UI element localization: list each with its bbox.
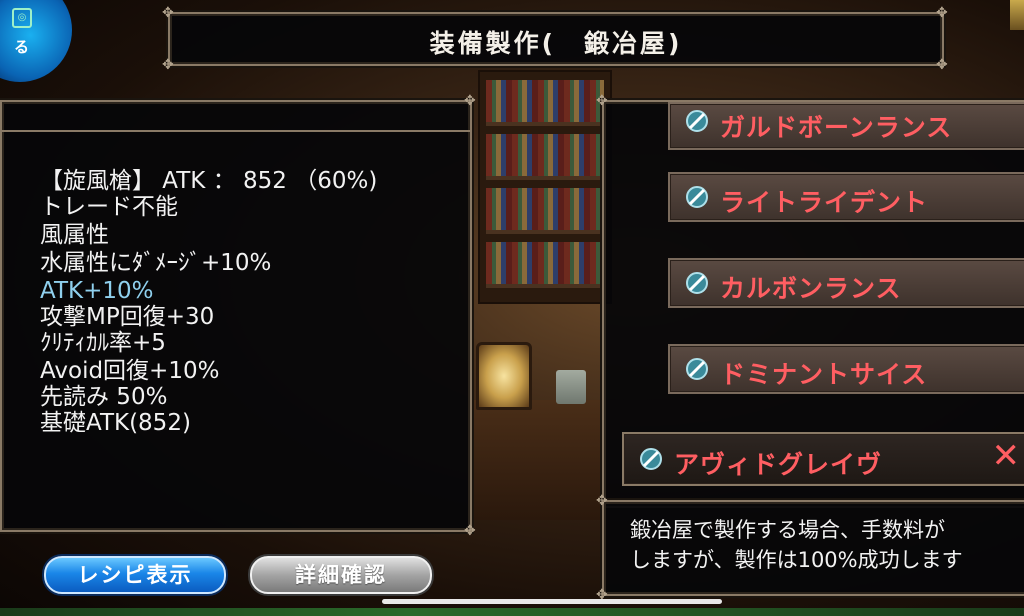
recipe-label: ドミナントサイス bbox=[720, 360, 928, 389]
title-bar: ✥ ✥ ✥ ✥ 装備製作( 鍛冶屋) bbox=[162, 6, 948, 72]
stat-line-avoid: Avoid回復+10% bbox=[40, 358, 220, 384]
details-button[interactable]: 詳細確認 bbox=[250, 556, 432, 594]
recipe-label: アヴィドグレイヴ bbox=[674, 450, 883, 479]
corner-ornament-icon: ✥ bbox=[936, 5, 948, 21]
recipe-list-panel: ✥ ガルドボーンランス ライトライデント カルボンランス ドミナントサイス アヴ… bbox=[596, 94, 1024, 508]
stat-line-base-atk: 基礎ATK(852) bbox=[40, 410, 191, 436]
stat-line-atk-bonus: ATK+10% bbox=[40, 278, 154, 304]
corner-ornament-icon: ✥ bbox=[936, 57, 948, 73]
recipe-item[interactable]: ドミナントサイス bbox=[668, 344, 1024, 394]
jar-decoration bbox=[556, 370, 586, 404]
corner-ornament-icon: ✥ bbox=[162, 5, 174, 21]
corner-ornament-icon: ✥ bbox=[464, 93, 476, 109]
recipe-item[interactable]: ガルドボーンランス bbox=[668, 102, 1024, 150]
recipe-item-selected[interactable]: アヴィドグレイヴ ✕ bbox=[622, 432, 1024, 486]
stat-line-name-atk: 【旋風槍】 ATK ： 852 （60%) bbox=[40, 168, 378, 194]
menu-icon: ◎ bbox=[12, 8, 32, 28]
description-line: 鍛冶屋で製作する場合、手数料が bbox=[630, 518, 945, 542]
stat-line-critical: ｸﾘﾃｨｶﾙ率+5 bbox=[40, 330, 166, 356]
spear-icon bbox=[686, 186, 708, 208]
stats-content: 【旋風槍】 ATK ： 852 （60%) トレード不能 風属性 水属性にﾀﾞﾒ… bbox=[2, 130, 470, 530]
stat-line-anticipate: 先読み 50% bbox=[40, 384, 168, 410]
progress-strip bbox=[0, 608, 1024, 616]
stat-line-mp-recovery: 攻撃MP回復+30 bbox=[40, 304, 215, 330]
item-stats-panel: ✥ ✥ 【旋風槍】 ATK ： 852 （60%) トレード不能 風属性 水属性… bbox=[0, 94, 476, 538]
stat-line-trade: トレード不能 bbox=[40, 194, 178, 220]
recipe-label: ライトライデント bbox=[720, 188, 929, 217]
close-icon[interactable]: ✕ bbox=[992, 436, 1021, 476]
menu-emblem-button[interactable]: ◎ る bbox=[0, 0, 72, 82]
frame-ornament bbox=[1010, 0, 1024, 30]
spear-icon bbox=[686, 358, 708, 380]
emblem-label: る bbox=[14, 38, 30, 56]
corner-ornament-icon: ✥ bbox=[596, 93, 608, 109]
corner-ornament-icon: ✥ bbox=[596, 493, 608, 509]
spear-icon bbox=[686, 272, 708, 294]
description-line: しますが、製作は100%成功します bbox=[630, 548, 963, 572]
description-panel: ✥ ✥ 鍛冶屋で製作する場合、手数料が しますが、製作は100%成功します bbox=[596, 494, 1024, 602]
recipe-item[interactable]: ライトライデント bbox=[668, 172, 1024, 222]
recipe-item[interactable]: カルボンランス bbox=[668, 258, 1024, 308]
show-recipe-button[interactable]: レシピ表示 bbox=[44, 556, 226, 594]
recipe-label: カルボンランス bbox=[720, 274, 902, 303]
corner-ornament-icon: ✥ bbox=[162, 57, 174, 73]
stat-line-element: 風属性 bbox=[40, 222, 109, 248]
home-indicator[interactable] bbox=[382, 599, 722, 604]
page-title: 装備製作( 鍛冶屋) bbox=[429, 29, 683, 58]
recipe-label: ガルドボーンランス bbox=[720, 113, 953, 142]
spear-icon bbox=[640, 448, 662, 470]
lamp-decoration bbox=[476, 342, 532, 410]
bookshelf-background bbox=[478, 70, 612, 304]
stat-line-water-damage: 水属性にﾀﾞﾒｰｼﾞ+10% bbox=[40, 250, 272, 276]
spear-icon bbox=[686, 110, 708, 132]
